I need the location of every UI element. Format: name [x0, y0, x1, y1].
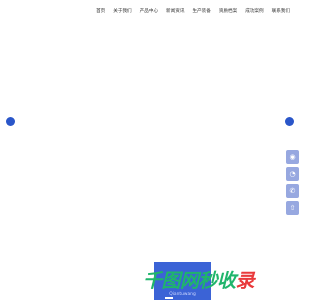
promo-headline-accent: 录: [235, 269, 255, 292]
nav-item-equipment[interactable]: 生产装备: [192, 8, 210, 14]
back-to-top-icon[interactable]: ⇧: [286, 201, 299, 215]
floating-toolbar: ◉ ◔ ✆ ⇧: [286, 150, 299, 215]
phone-icon[interactable]: ✆: [286, 184, 299, 198]
nav-item-contact[interactable]: 联系我们: [272, 8, 290, 14]
nav-item-qualifications[interactable]: 资质档案: [219, 8, 237, 14]
nav-item-news[interactable]: 新闻资讯: [166, 8, 184, 14]
headset-icon[interactable]: ◉: [286, 150, 299, 164]
promo-divider: [165, 297, 173, 299]
promo-subline: Qiantuwang: [169, 292, 196, 297]
nav-item-cases[interactable]: 成功案例: [245, 8, 263, 14]
chat-icon[interactable]: ◔: [286, 167, 299, 181]
top-navigation: 首页 关于我们 产品中心 新闻资讯 生产装备 资质档案 成功案例 联系我们: [0, 0, 300, 22]
promo-banner: 千图网秒收录 Qiantuwang: [121, 262, 276, 300]
nav-item-home[interactable]: 首页: [96, 8, 105, 14]
promo-headline-main: 千图网秒收: [142, 269, 236, 292]
slider-next-button[interactable]: [285, 117, 294, 126]
nav-item-about[interactable]: 关于我们: [113, 8, 131, 14]
nav-item-products[interactable]: 产品中心: [140, 8, 158, 14]
promo-headline: 千图网秒收录: [121, 266, 276, 292]
slider-prev-button[interactable]: [6, 117, 15, 126]
